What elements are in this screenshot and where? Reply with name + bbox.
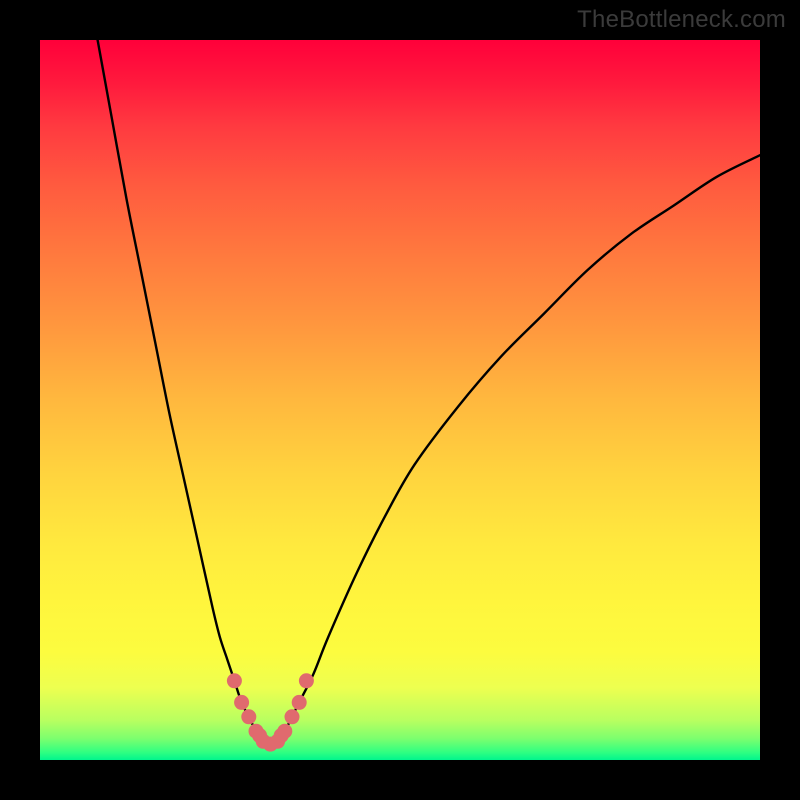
trough-marker — [299, 673, 314, 688]
watermark-text: TheBottleneck.com — [577, 6, 786, 34]
plot-area — [40, 40, 760, 760]
chart-svg — [40, 40, 760, 760]
trough-marker — [241, 709, 256, 724]
trough-marker — [285, 709, 300, 724]
trough-marker — [227, 673, 242, 688]
trough-marker — [277, 724, 292, 739]
trough-marker-group — [227, 673, 314, 751]
trough-marker — [234, 695, 249, 710]
trough-marker — [292, 695, 307, 710]
bottleneck-curve — [98, 40, 760, 744]
outer-frame: TheBottleneck.com — [0, 0, 800, 800]
